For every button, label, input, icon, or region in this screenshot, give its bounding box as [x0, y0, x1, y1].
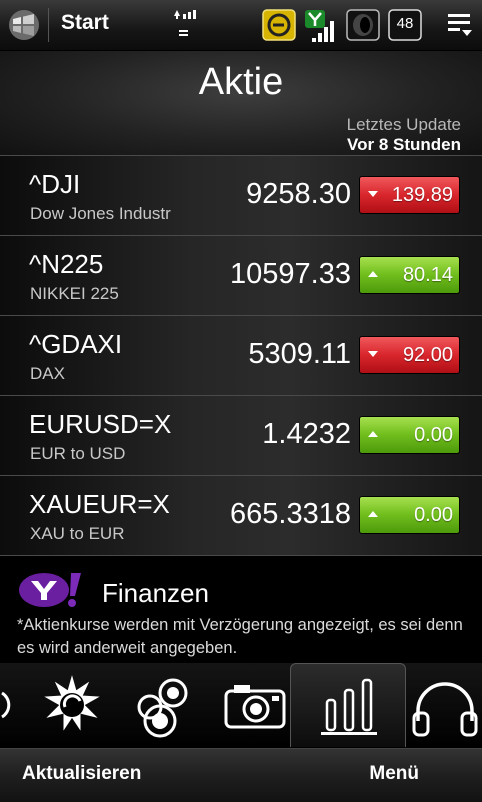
music-icon[interactable]: [408, 663, 482, 747]
volume-icon[interactable]: [346, 9, 380, 46]
arrow-up-icon: [368, 431, 378, 437]
arrow-up-icon: [368, 511, 378, 517]
stock-name: NIKKEI 225: [30, 284, 119, 303]
tab-bar: [0, 663, 482, 747]
photo-album-icon[interactable]: [128, 663, 200, 747]
change-badge: 0.00: [359, 496, 460, 534]
stock-symbol: ^N225: [29, 249, 104, 279]
battery-icon[interactable]: 48: [388, 9, 422, 46]
stock-list: ^DJI Dow Jones Industr 9258.30 139.89 ^N…: [0, 155, 482, 556]
stock-symbol: ^GDAXI: [29, 329, 123, 359]
header: Aktie Letztes Update Vor 8 Stunden: [0, 51, 482, 155]
windows-logo-icon[interactable]: [6, 8, 42, 42]
stock-price: 1.4232: [262, 418, 351, 450]
weather-icon[interactable]: [36, 663, 108, 747]
stock-name: EUR to USD: [30, 444, 126, 463]
change-badge: 92.00: [359, 336, 460, 374]
stock-row[interactable]: EURUSD=X EUR to USD 1.4232 0.00: [0, 395, 482, 475]
menu-button[interactable]: Menü: [369, 763, 419, 785]
stock-row[interactable]: ^DJI Dow Jones Industr 9258.30 139.89: [0, 155, 482, 235]
arrow-down-icon: [368, 191, 378, 197]
change-badge: 0.00: [359, 416, 460, 454]
provider-label: Finanzen: [102, 578, 209, 608]
change-value: 0.00: [414, 424, 453, 446]
softkey-bar: Aktualisieren Menü: [0, 748, 482, 802]
stock-symbol: XAUEUR=X: [29, 489, 170, 519]
page-title: Aktie: [198, 61, 284, 103]
stock-name: Dow Jones Industr: [30, 204, 171, 223]
tab-partial[interactable]: [0, 663, 22, 747]
camera-icon[interactable]: [220, 663, 292, 747]
signal-icon[interactable]: [304, 9, 338, 48]
notification-icon[interactable]: [262, 9, 296, 46]
stock-price: 10597.33: [230, 258, 351, 290]
arrow-up-icon: [368, 271, 378, 277]
network-icon[interactable]: [170, 6, 200, 47]
stock-row[interactable]: XAUEUR=X XAU to EUR 665.3318 0.00: [0, 475, 482, 556]
stock-row[interactable]: ^N225 NIKKEI 225 10597.33 80.14: [0, 235, 482, 315]
disclaimer-text: *Aktienkurse werden mit Verzögerung ange…: [17, 616, 463, 657]
last-update-label: Letztes Update: [346, 115, 461, 134]
change-value: 139.89: [391, 184, 453, 206]
stock-price: 5309.11: [248, 338, 351, 370]
stock-symbol: ^DJI: [29, 169, 81, 199]
stock-symbol: EURUSD=X: [29, 409, 172, 439]
stock-price: 665.3318: [230, 498, 351, 530]
arrow-down-icon: [368, 351, 378, 357]
change-badge: 80.14: [359, 256, 460, 294]
stock-row[interactable]: ^GDAXI DAX 5309.11 92.00: [0, 315, 482, 395]
change-value: 92.00: [402, 344, 453, 366]
battery-level-text: 48: [396, 15, 414, 32]
separator: [48, 8, 49, 42]
stock-name: XAU to EUR: [30, 524, 125, 543]
change-value: 80.14: [402, 264, 453, 286]
menu-icon[interactable]: [446, 12, 474, 40]
stocks-icon[interactable]: [290, 663, 406, 747]
change-badge: 139.89: [359, 176, 460, 214]
stock-price: 9258.30: [246, 178, 351, 210]
refresh-button[interactable]: Aktualisieren: [22, 763, 141, 785]
last-update-value: Vor 8 Stunden: [347, 135, 461, 154]
change-value: 0.00: [414, 504, 453, 526]
status-bar: Start 48: [0, 0, 482, 51]
start-label[interactable]: Start: [61, 11, 109, 35]
yahoo-logo[interactable]: [18, 571, 86, 609]
stock-name: DAX: [30, 364, 65, 383]
